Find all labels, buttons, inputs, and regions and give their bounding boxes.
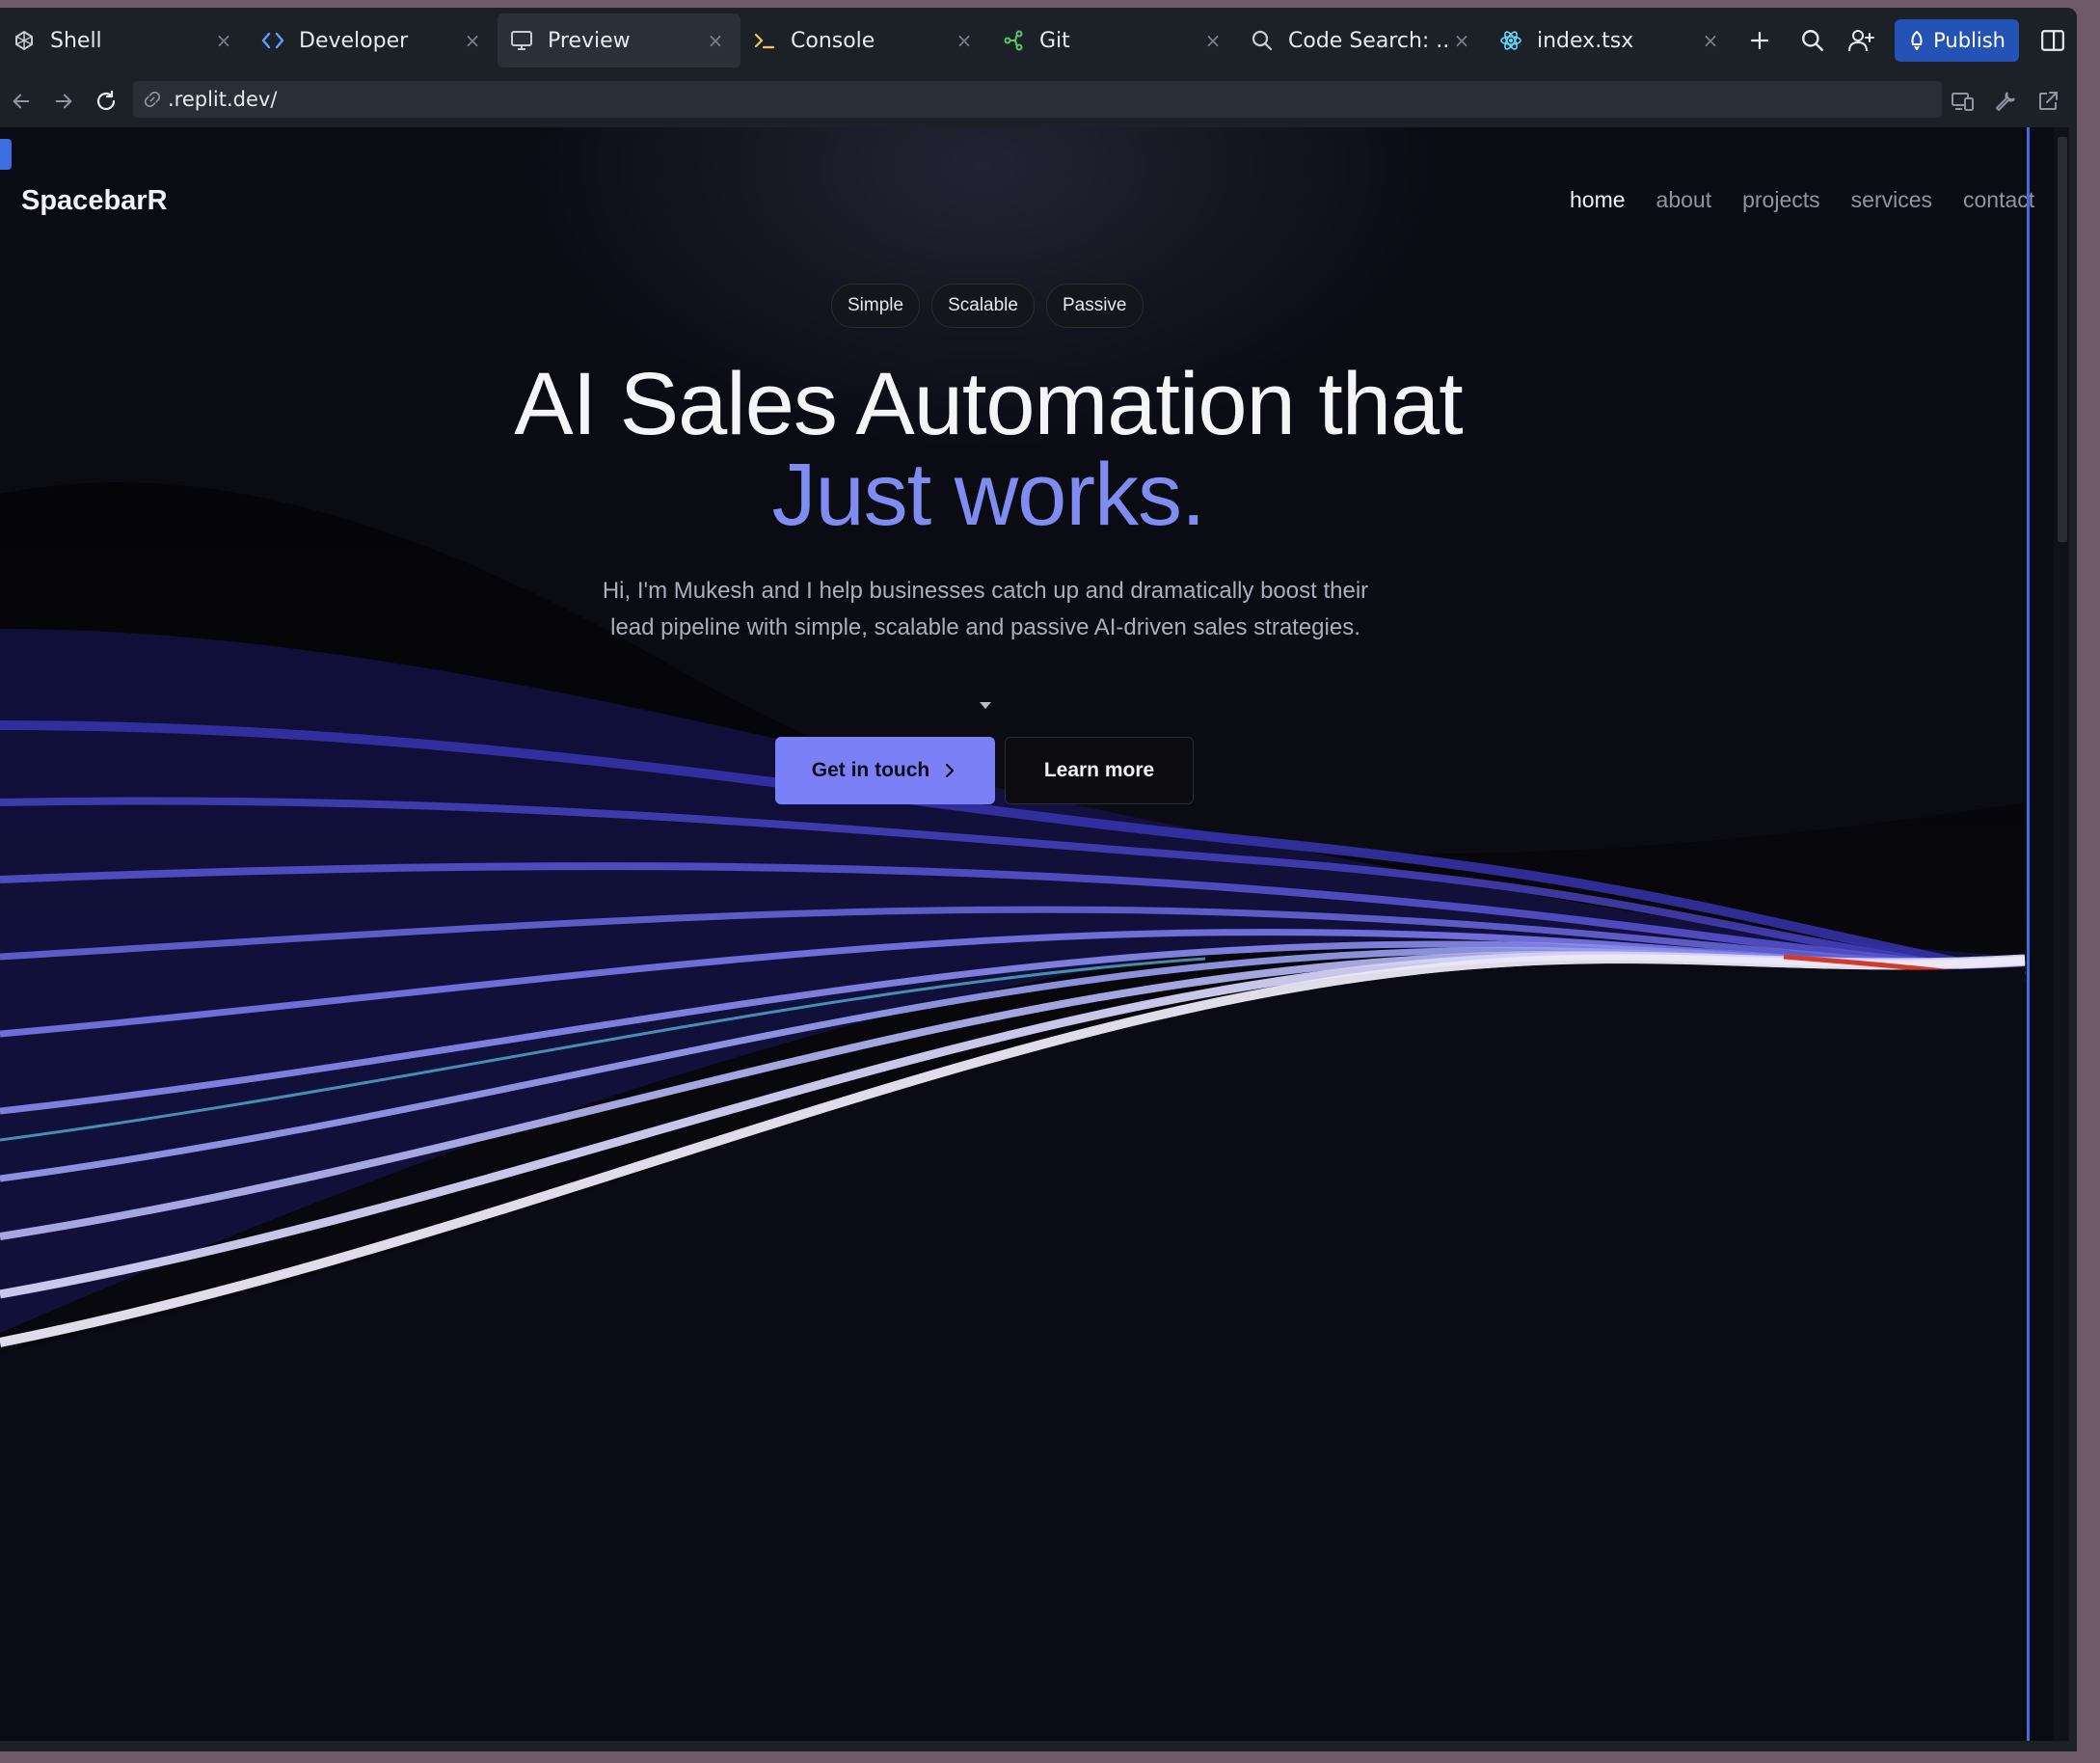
site-logo[interactable]: SpacebarR [21,185,168,217]
tab-label: Developer [299,28,409,53]
link-icon [144,91,161,108]
close-icon[interactable]: × [1450,29,1473,52]
chevron-right-icon [946,763,955,778]
plus-icon [1750,31,1769,50]
devices-icon [1952,93,1974,111]
nav-controls [0,75,127,127]
feature-pills: Simple Scalable Passive [831,284,1155,328]
devtools-button[interactable] [1984,77,2027,125]
search-icon [1250,28,1275,53]
replit-window: Shell × Developer × Preview × Console × [0,8,2077,1751]
nav-link-home[interactable]: home [1570,187,1626,213]
reload-icon [96,90,116,111]
button-label: Get in touch [811,759,930,781]
pill-passive: Passive [1045,284,1144,328]
tab-bar: Shell × Developer × Preview × Console × [0,8,2077,73]
git-branch-icon [1001,28,1026,53]
code-icon [260,28,285,53]
toggle-sidebar-button[interactable] [2029,16,2077,65]
address-bar: .replit.dev/ [0,75,2077,127]
tab-bar-actions: Publish [1789,8,2077,73]
wrench-icon [1996,92,2015,111]
caret-down-icon [980,702,991,709]
shell-icon [12,28,37,53]
scrollbar[interactable] [2054,127,2069,1741]
tab-label: Git [1039,28,1070,53]
external-link-icon [2039,92,2058,110]
arrow-left-icon [13,94,30,109]
pill-scalable: Scalable [931,284,1035,328]
scrollbar-thumb[interactable] [2058,137,2067,542]
pill-simple: Simple [831,284,921,328]
hero-headline-accent: Just works. [771,446,1205,544]
tab-console[interactable]: Console × [740,14,989,68]
publish-label: Publish [1933,29,2006,52]
tab-label: Console [791,28,875,53]
arrow-right-icon [55,94,72,109]
close-icon[interactable]: × [704,29,727,52]
open-new-window-button[interactable] [2027,77,2069,125]
forward-button[interactable] [42,77,85,125]
tab-label: Code Search: ... [1288,28,1450,53]
url-text: .replit.dev/ [168,88,278,111]
nav-link-about[interactable]: about [1656,187,1712,213]
nav-link-services[interactable]: services [1851,187,1932,213]
terminal-icon [752,28,777,53]
url-input[interactable]: .replit.dev/ [133,81,1942,118]
reload-button[interactable] [85,77,127,125]
get-in-touch-button[interactable]: Get in touch [775,737,995,804]
preview-viewport[interactable]: SpacebarR home about projects services c… [0,127,2069,1741]
tab-label: index.tsx [1537,28,1634,53]
monitor-icon [509,28,534,53]
devices-button[interactable] [1942,77,1984,125]
hero-headline: AI Sales Automation that [514,355,1464,453]
site-nav: home about projects services contact [1570,187,2065,213]
close-icon[interactable]: × [461,29,484,52]
close-icon[interactable]: × [1201,29,1225,52]
invite-button[interactable] [1837,16,1885,65]
focus-marker [0,139,12,170]
close-icon[interactable]: × [212,29,235,52]
add-user-icon [1848,30,1875,52]
preview-tools [1942,75,2069,127]
window-bottom-edge [0,1741,2077,1751]
react-icon [1498,28,1523,53]
nav-link-contact[interactable]: contact [1963,187,2034,213]
tab-git[interactable]: Git × [989,14,1238,68]
close-icon[interactable]: × [1699,29,1722,52]
tab-preview[interactable]: Preview × [498,14,740,68]
search-icon [1802,30,1824,51]
tab-code-search[interactable]: Code Search: ... × [1238,14,1487,68]
learn-more-button[interactable]: Learn more [1005,737,1194,804]
tab-developer[interactable]: Developer × [249,14,498,68]
nav-link-projects[interactable]: projects [1742,187,1820,213]
publish-button[interactable]: Publish [1895,19,2019,62]
search-button[interactable] [1789,16,1837,65]
tab-label: Preview [548,28,631,53]
new-tab-button[interactable] [1736,16,1784,65]
back-button[interactable] [0,77,42,125]
hero-subtitle: Hi, I'm Mukesh and I help businesses cat… [602,578,1369,640]
tab-shell[interactable]: Shell × [0,14,249,68]
rocket-icon [1911,31,1923,50]
button-label: Learn more [1043,759,1155,781]
close-icon[interactable]: × [953,29,976,52]
tab-index-tsx[interactable]: index.tsx × [1487,14,1736,68]
sidebar-icon [2041,30,2064,51]
tab-label: Shell [50,28,102,53]
viewport-edge-indicator [2027,127,2030,1741]
